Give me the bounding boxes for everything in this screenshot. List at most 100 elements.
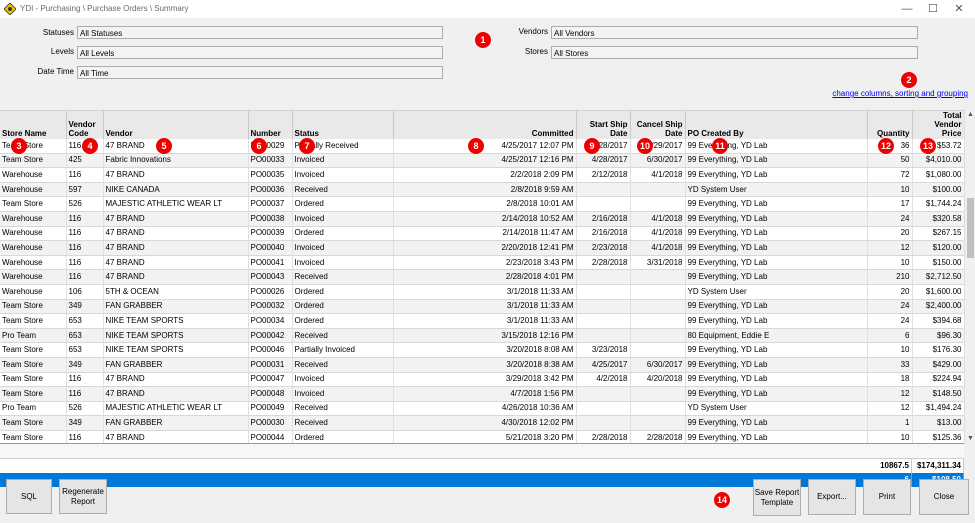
cell-quantity: 210 — [867, 269, 913, 285]
cell-status: Received — [292, 182, 394, 198]
cell-committed: 2/8/2018 9:59 AM — [393, 182, 577, 198]
change-columns-link[interactable]: change columns, sorting and grouping — [832, 89, 968, 98]
save-report-template-button[interactable]: Save Report Template — [753, 479, 801, 516]
grid-vertical-scrollbar[interactable]: ▲ ▼ — [964, 110, 975, 443]
cell-vendor: NIKE TEAM SPORTS — [103, 313, 249, 329]
cell-vendor-code: 425 — [66, 153, 104, 169]
table-row[interactable]: Warehouse 116 47 BRAND PO00043 Received 2/28/… — [0, 269, 964, 285]
scroll-up-arrow-icon[interactable]: ▲ — [966, 111, 975, 118]
cell-committed: 3/1/2018 11:33 AM — [393, 313, 577, 329]
cell-vendor-code: 653 — [66, 328, 104, 344]
cell-vendor: 47 BRAND — [103, 226, 249, 242]
regenerate-report-button[interactable]: Regenerate Report — [59, 479, 107, 514]
cell-status: Invoiced — [292, 240, 394, 256]
cell-committed: 4/7/2018 1:56 PM — [393, 386, 577, 402]
col-header-committed[interactable]: Committed — [393, 111, 577, 139]
col-header-quantity[interactable]: Quantity — [867, 111, 913, 139]
col-header-start-ship-date[interactable]: Start Ship Date — [576, 111, 631, 139]
table-row[interactable]: Team Store 349 FAN GRABBER PO00032 Ordered 3/… — [0, 299, 964, 315]
statuses-field[interactable]: All Statuses — [77, 26, 443, 39]
table-row[interactable]: Team Store 526 MAJESTIC ATHLETIC WEAR LT PO… — [0, 196, 964, 212]
cell-number: PO00043 — [248, 269, 293, 285]
callout-marker-9: 9 — [584, 138, 600, 154]
col-header-vendor[interactable]: Vendor — [103, 111, 249, 139]
export-button[interactable]: Export... — [808, 479, 856, 515]
maximize-button[interactable]: ☐ — [920, 1, 946, 17]
cell-start-ship-date: 2/23/2018 — [576, 240, 631, 256]
table-row[interactable]: Team Store 116 47 BRAND PO00047 Invoiced 3/29… — [0, 372, 964, 388]
table-row[interactable]: Team Store 116 47 BRAND PO00048 Invoiced 4/7/… — [0, 386, 964, 402]
print-button[interactable]: Print — [863, 479, 911, 515]
cell-cancel-ship-date — [630, 415, 686, 431]
cell-committed: 3/20/2018 8:08 AM — [393, 342, 577, 358]
cell-vendor-code: 116 — [66, 167, 104, 183]
cell-cancel-ship-date — [630, 342, 686, 358]
table-row[interactable]: Team Store 653 NIKE TEAM SPORTS PO00046 Part… — [0, 342, 964, 358]
table-row[interactable]: Pro Team 526 MAJESTIC ATHLETIC WEAR LT PO00… — [0, 401, 964, 417]
close-button[interactable]: Close — [919, 479, 969, 515]
cell-start-ship-date: 2/16/2018 — [576, 226, 631, 242]
table-row[interactable]: Warehouse 116 47 BRAND PO00035 Invoiced 2/2/2… — [0, 167, 964, 183]
col-header-cancel-ship-date[interactable]: Cancel Ship Date — [630, 111, 686, 139]
cell-cancel-ship-date: 6/30/2017 — [630, 357, 686, 373]
cell-vendor: MAJESTIC ATHLETIC WEAR LT — [103, 196, 249, 212]
cell-vendor: 47 BRAND — [103, 255, 249, 271]
cell-committed: 3/1/2018 11:33 AM — [393, 299, 577, 315]
col-header-status[interactable]: Status — [292, 111, 394, 139]
cell-start-ship-date: 2/28/2018 — [576, 430, 631, 444]
table-row[interactable]: Warehouse 597 NIKE CANADA PO00036 Received 2/… — [0, 182, 964, 198]
cell-vendor-code: 653 — [66, 313, 104, 329]
col-header-po-created-by[interactable]: PO Created By — [685, 111, 868, 139]
col-header-store-name[interactable]: Store Name — [0, 111, 67, 139]
cell-start-ship-date — [576, 196, 631, 212]
cell-status: Received — [292, 328, 394, 344]
sql-button[interactable]: SQL — [6, 479, 52, 514]
stores-field[interactable]: All Stores — [551, 46, 918, 59]
table-row[interactable]: Warehouse 106 5TH & OCEAN PO00026 Ordered 3/1… — [0, 284, 964, 300]
cell-po-created-by: 99 Everything, YD Lab — [685, 240, 868, 256]
cell-store-name: Warehouse — [0, 211, 67, 227]
cell-po-created-by: 99 Everything, YD Lab — [685, 342, 868, 358]
minimize-button[interactable]: — — [894, 1, 920, 17]
cell-cancel-ship-date — [630, 269, 686, 285]
table-row[interactable]: Pro Team 653 NIKE TEAM SPORTS PO00042 Receiv… — [0, 328, 964, 344]
cell-number: PO00031 — [248, 357, 293, 373]
table-row[interactable]: Warehouse 116 47 BRAND PO00039 Ordered 2/14/2… — [0, 226, 964, 242]
title-bar: YDI - Purchasing \ Purchase Orders \ Sum… — [0, 0, 975, 18]
table-row[interactable]: Team Store 349 FAN GRABBER PO00030 Received 4… — [0, 415, 964, 431]
col-header-total-vendor-price[interactable]: Total Vendor Price — [912, 111, 964, 139]
cell-number: PO00026 — [248, 284, 293, 300]
table-row[interactable]: Warehouse 116 47 BRAND PO00038 Invoiced 2/14/… — [0, 211, 964, 227]
callout-marker-3: 3 — [11, 138, 27, 154]
cell-start-ship-date: 2/12/2018 — [576, 167, 631, 183]
datetime-field[interactable]: All Time — [77, 66, 443, 79]
cell-number: PO00034 — [248, 313, 293, 329]
cell-start-ship-date — [576, 284, 631, 300]
scroll-down-arrow-icon[interactable]: ▼ — [966, 435, 975, 442]
cell-committed: 4/25/2017 12:07 PM — [393, 139, 577, 154]
stores-label: Stores — [524, 47, 548, 56]
table-row[interactable]: Team Store 116 47 BRAND PO00044 Ordered 5/21/… — [0, 430, 964, 444]
cell-committed: 2/28/2018 4:01 PM — [393, 269, 577, 285]
scrollbar-thumb[interactable] — [967, 198, 974, 258]
cell-po-created-by: 80 Equipment, Eddie E — [685, 328, 868, 344]
cell-po-created-by: 99 Everything, YD Lab — [685, 430, 868, 444]
table-row[interactable]: Warehouse 116 47 BRAND PO00040 Invoiced 2/20/… — [0, 240, 964, 256]
cell-po-created-by: 99 Everything, YD Lab — [685, 226, 868, 242]
levels-field[interactable]: All Levels — [77, 46, 443, 59]
close-window-button[interactable]: ✕ — [946, 1, 972, 17]
table-row[interactable]: Team Store 653 NIKE TEAM SPORTS PO00034 Orde… — [0, 313, 964, 329]
cell-po-created-by: 99 Everything, YD Lab — [685, 313, 868, 329]
table-row[interactable]: Warehouse 116 47 BRAND PO00041 Invoiced 2/23/… — [0, 255, 964, 271]
table-row[interactable]: Team Store 349 FAN GRABBER PO00031 Received 3… — [0, 357, 964, 373]
vendors-field[interactable]: All Vendors — [551, 26, 918, 39]
col-header-vendor-code[interactable]: Vendor Code — [66, 111, 104, 139]
cell-store-name: Warehouse — [0, 240, 67, 256]
cell-vendor: 5TH & OCEAN — [103, 284, 249, 300]
cell-number: PO00041 — [248, 255, 293, 271]
cell-vendor: FAN GRABBER — [103, 299, 249, 315]
col-header-number[interactable]: Number — [248, 111, 293, 139]
table-row[interactable]: Team Store 425 Fabric Innovations PO00033 In… — [0, 153, 964, 169]
cell-cancel-ship-date: 2/28/2018 — [630, 430, 686, 444]
cell-store-name: Warehouse — [0, 167, 67, 183]
